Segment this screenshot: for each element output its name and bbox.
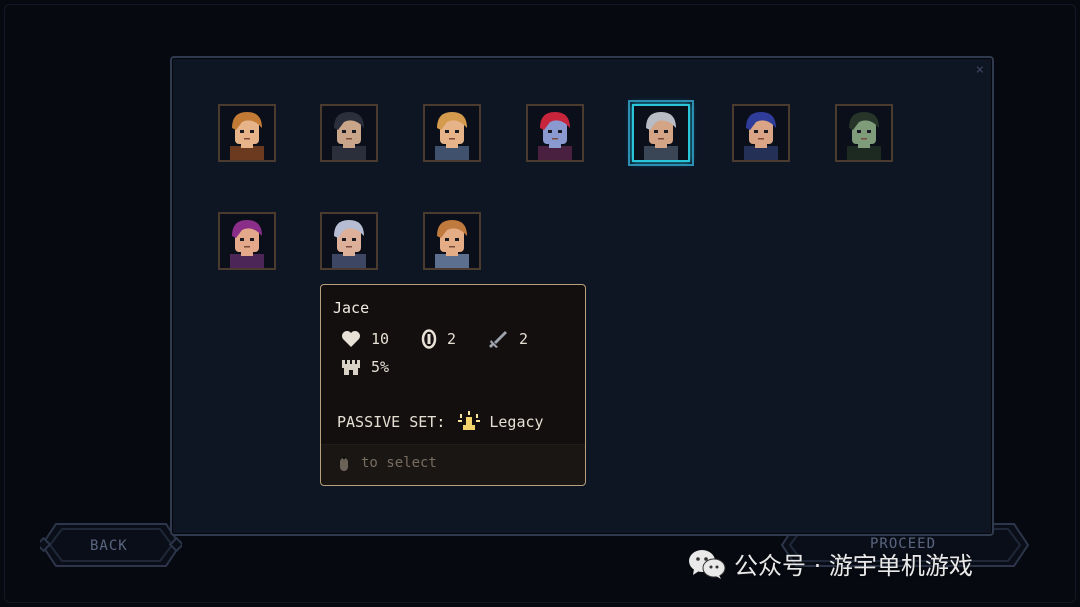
character-name: Jace xyxy=(333,299,370,317)
character-portrait[interactable] xyxy=(628,100,694,166)
character-portrait[interactable] xyxy=(423,212,481,270)
character-face xyxy=(220,214,274,268)
passive-set-row: PASSIVE SET: Legacy xyxy=(337,411,544,433)
shield-icon xyxy=(421,329,437,349)
wechat-icon xyxy=(689,549,726,579)
character-portrait[interactable] xyxy=(218,104,276,162)
character-portrait[interactable] xyxy=(835,104,893,162)
character-face xyxy=(425,214,479,268)
character-portrait[interactable] xyxy=(732,104,790,162)
health-value: 10 xyxy=(371,330,390,348)
character-portrait[interactable] xyxy=(218,212,276,270)
watermark-text: 公众号 · 游宇单机游戏 xyxy=(734,552,973,580)
character-portrait[interactable] xyxy=(526,104,584,162)
attack-stat: 2 xyxy=(487,329,528,349)
character-tooltip: Jace 10 2 2 5% PASSIVE SET: Legacy to se… xyxy=(320,284,586,486)
watermark: 公众号 · 游宇单机游戏 xyxy=(688,546,973,581)
character-face xyxy=(322,106,376,160)
castle-icon xyxy=(342,360,360,375)
crit-stat: 5% xyxy=(341,357,389,377)
character-portrait[interactable] xyxy=(423,104,481,162)
close-icon[interactable]: × xyxy=(976,62,984,78)
passive-set-name: Legacy xyxy=(489,413,544,431)
attack-value: 2 xyxy=(519,330,529,348)
legacy-icon xyxy=(458,411,481,430)
passive-set-label: PASSIVE SET: xyxy=(337,413,446,431)
character-face xyxy=(837,106,891,160)
health-stat: 10 xyxy=(341,329,389,349)
crit-value: 5% xyxy=(371,358,390,376)
character-portrait[interactable] xyxy=(320,104,378,162)
character-face xyxy=(528,106,582,160)
character-face xyxy=(322,214,376,268)
character-face xyxy=(425,106,479,160)
sword-icon xyxy=(489,331,507,348)
armor-value: 2 xyxy=(447,330,457,348)
heart-icon xyxy=(342,331,360,347)
tooltip-footer: to select xyxy=(321,444,585,485)
back-button[interactable]: BACK xyxy=(40,522,182,568)
back-button-label: BACK xyxy=(90,538,128,554)
character-face xyxy=(734,106,788,160)
game-screen: BACK PROCEED × Jace 10 2 2 5% PASSIVE SE… xyxy=(0,0,1080,607)
mouse-icon xyxy=(340,456,348,471)
character-face xyxy=(634,106,688,160)
character-face xyxy=(220,106,274,160)
armor-stat: 2 xyxy=(421,329,456,349)
select-hint: to select xyxy=(361,455,437,471)
character-portrait[interactable] xyxy=(320,212,378,270)
